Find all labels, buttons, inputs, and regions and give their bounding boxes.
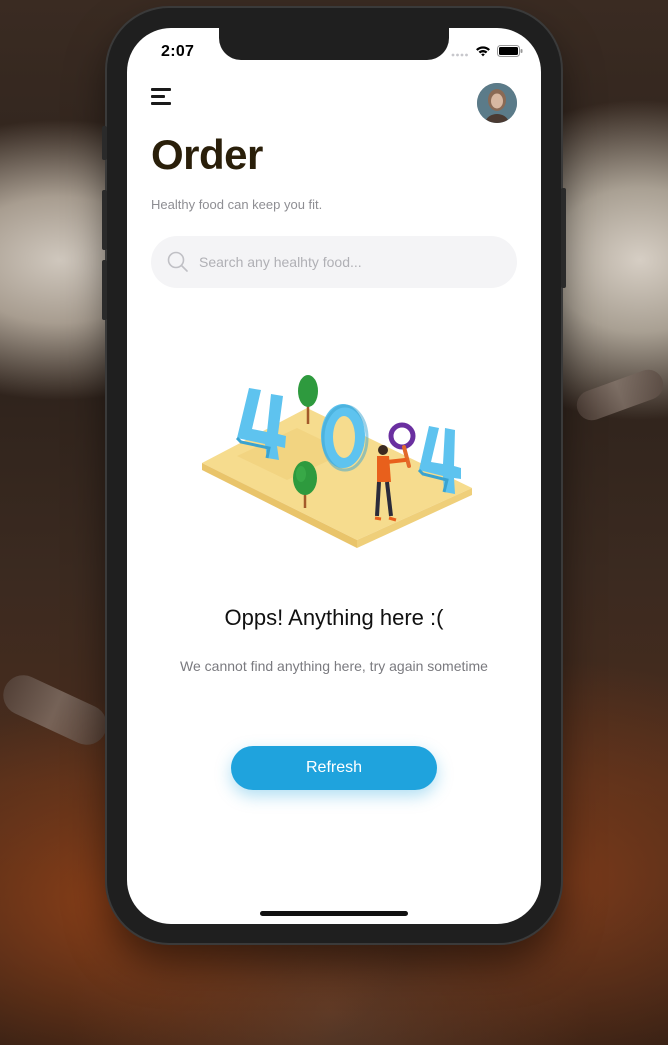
digit-0 — [321, 404, 369, 472]
avatar[interactable] — [477, 83, 517, 123]
power-button — [561, 188, 566, 288]
page-title: Order — [151, 131, 263, 178]
background-decoration — [0, 668, 114, 752]
phone-frame: 2:07 Order Healthy food can keep you fit… — [102, 8, 566, 943]
empty-state-message: We cannot find anything here, try again … — [180, 658, 488, 674]
hamburger-icon[interactable] — [151, 88, 173, 106]
empty-state-title: Opps! Anything here :( — [224, 605, 444, 630]
mute-switch — [102, 126, 107, 160]
notch — [219, 28, 449, 60]
avatar-image — [477, 83, 517, 123]
home-indicator[interactable] — [260, 911, 408, 916]
status-icons — [451, 44, 523, 62]
background-decoration — [572, 365, 668, 425]
volume-up-button — [102, 190, 107, 250]
page-subtitle: Healthy food can keep you fit. — [151, 197, 323, 212]
not-found-illustration — [197, 358, 477, 548]
volume-down-button — [102, 260, 107, 320]
signal-icon — [451, 44, 469, 62]
search-icon — [167, 251, 189, 278]
app-screen: 2:07 Order Healthy food can keep you fit… — [127, 28, 541, 924]
wifi-icon — [475, 44, 491, 62]
battery-icon — [497, 44, 523, 62]
search-bar[interactable] — [151, 236, 517, 288]
search-input[interactable] — [199, 236, 499, 288]
status-time: 2:07 — [161, 43, 195, 60]
refresh-button[interactable]: Refresh — [231, 746, 437, 790]
